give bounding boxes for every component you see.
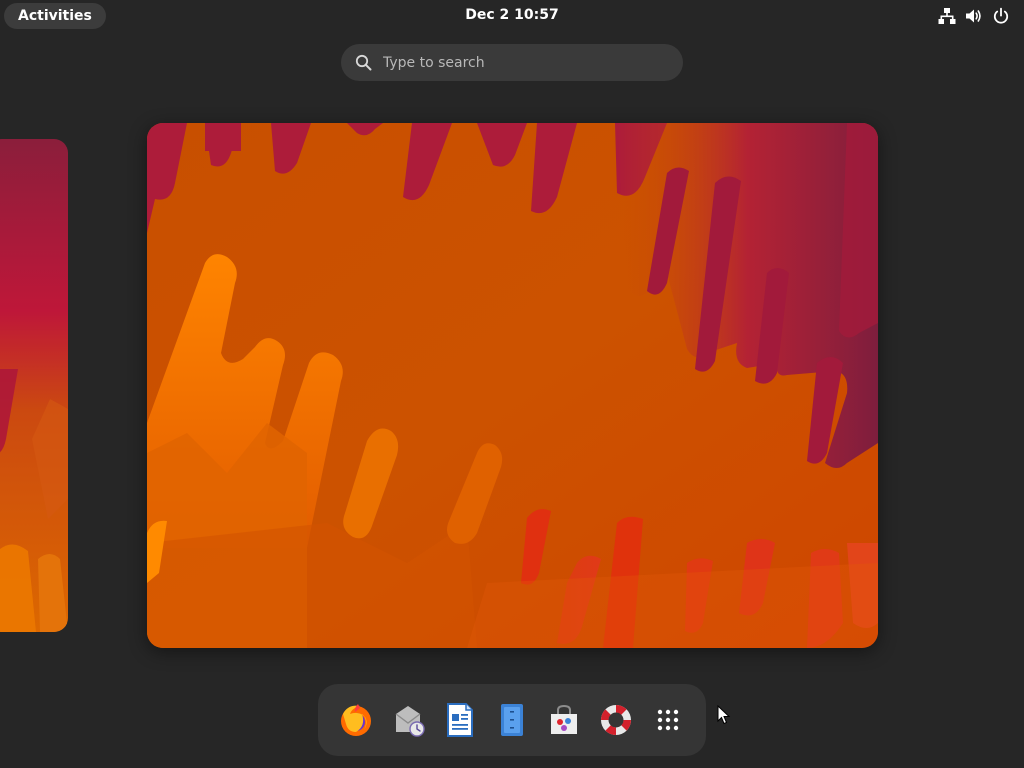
clock-container: Dec 2 10:57 bbox=[0, 0, 1024, 32]
search-icon bbox=[355, 54, 372, 71]
dash-item-software[interactable] bbox=[544, 700, 584, 740]
mouse-pointer-icon bbox=[717, 705, 731, 725]
wallpaper-image bbox=[147, 123, 878, 648]
search-input[interactable] bbox=[383, 44, 673, 81]
dash-item-writer[interactable] bbox=[440, 700, 480, 740]
dash bbox=[318, 684, 706, 756]
system-tray[interactable] bbox=[938, 6, 1010, 26]
power-icon[interactable] bbox=[992, 7, 1010, 25]
firefox-icon bbox=[341, 704, 371, 736]
dash-item-show-apps[interactable] bbox=[648, 700, 688, 740]
dash-item-firefox[interactable] bbox=[336, 700, 376, 740]
dash-item-text-editor[interactable] bbox=[492, 700, 532, 740]
date-time-clock[interactable]: Dec 2 10:57 bbox=[465, 7, 558, 23]
dash-item-evolution[interactable] bbox=[388, 700, 428, 740]
workspace-thumbnail-current[interactable] bbox=[147, 123, 878, 648]
top-bar: Activities Dec 2 10:57 bbox=[0, 0, 1024, 32]
text-editor-icon bbox=[501, 704, 523, 736]
app-grid-icon bbox=[657, 709, 679, 731]
workspace-thumbnail-previous[interactable] bbox=[0, 139, 68, 632]
writer-icon bbox=[447, 703, 473, 737]
volume-icon[interactable] bbox=[965, 7, 983, 25]
search-bar[interactable] bbox=[341, 44, 683, 81]
network-icon[interactable] bbox=[938, 7, 956, 25]
mail-icon bbox=[395, 706, 425, 737]
activities-button[interactable]: Activities bbox=[4, 3, 106, 29]
dash-item-help[interactable] bbox=[596, 700, 636, 740]
help-icon bbox=[601, 705, 631, 735]
software-icon bbox=[551, 704, 577, 734]
wallpaper-image bbox=[0, 139, 68, 632]
